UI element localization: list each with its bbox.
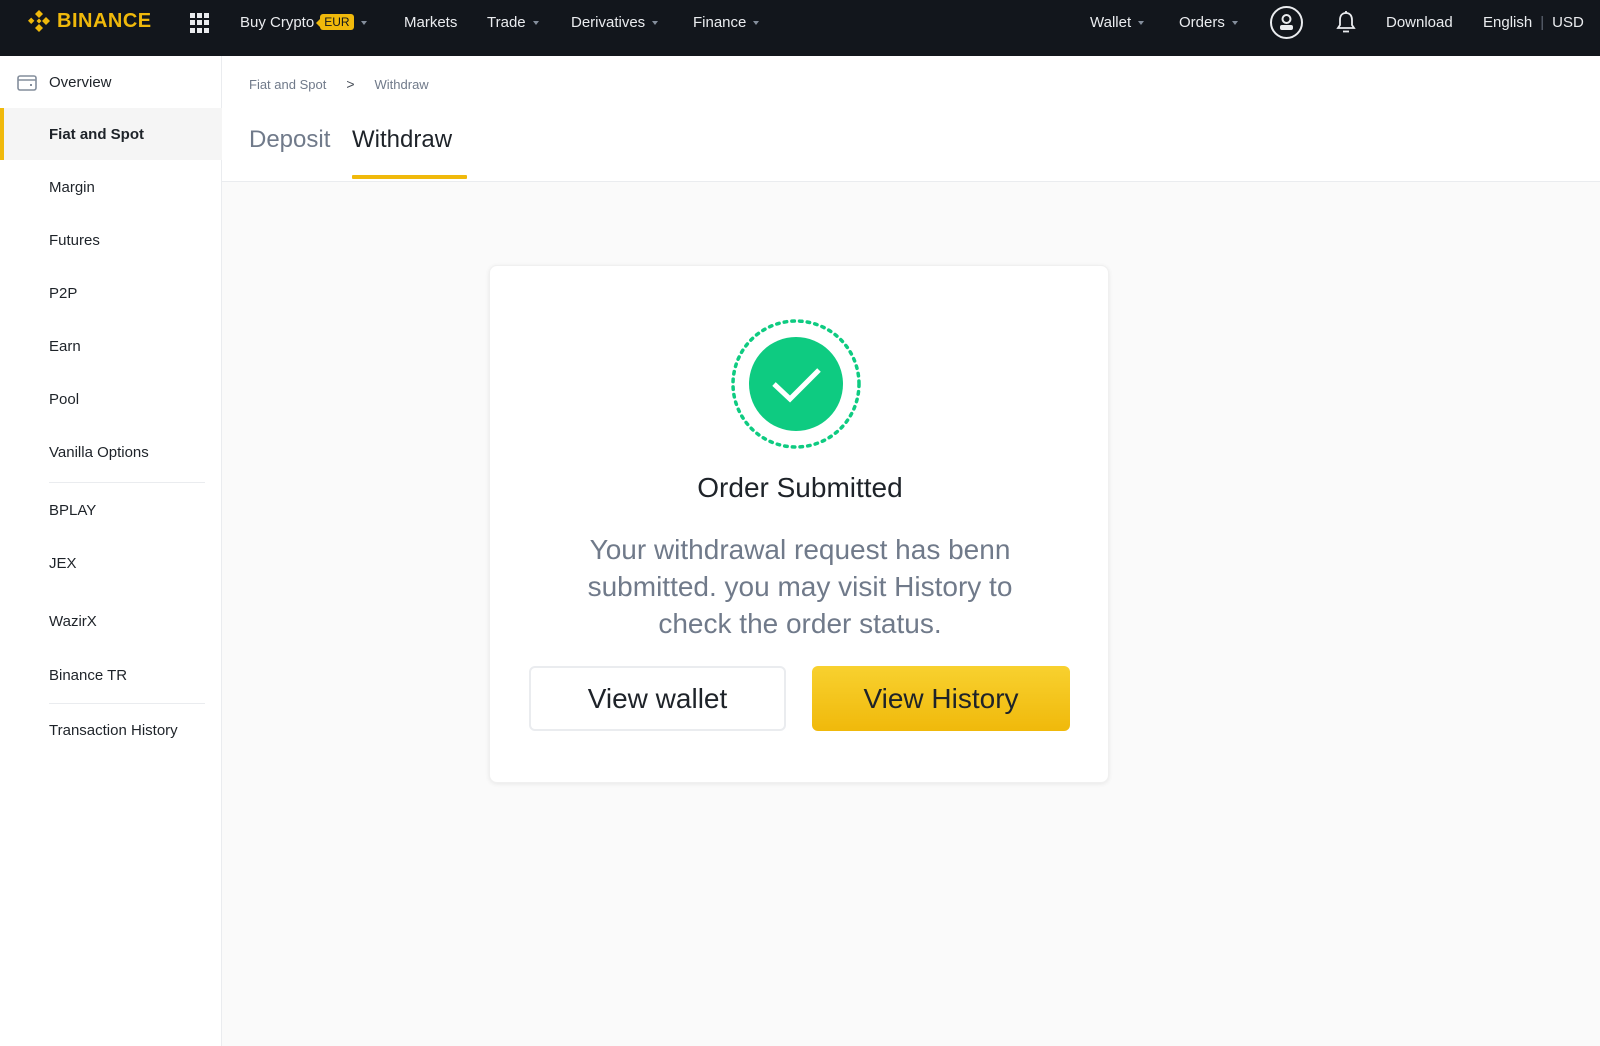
sidebar-item-label: Fiat and Spot [49,125,144,143]
chevron-right-icon: > [346,76,355,92]
currency-badge: EUR [316,14,354,30]
sidebar-item-bplay[interactable]: BPLAY [0,484,222,536]
user-account-icon[interactable] [1270,6,1303,39]
download-link[interactable]: Download [1386,0,1453,44]
breadcrumb-parent[interactable]: Fiat and Spot [249,77,326,92]
sidebar-item-label: WazirX [49,612,97,630]
separator: | [1540,13,1545,31]
chevron-down-icon [360,21,367,25]
nav-derivatives-label: Derivatives [571,13,646,31]
binance-logo[interactable]: BINANCE [26,8,152,34]
sidebar-item-label: Transaction History [49,721,178,739]
sidebar-item-wazirx[interactable]: WazirX [0,595,222,647]
sidebar-item-vanilla-options[interactable]: Vanilla Options [0,426,222,478]
active-tab-indicator [352,175,467,179]
sidebar-item-label: Vanilla Options [49,443,149,461]
sidebar-item-label: Overview [49,73,112,91]
sidebar-item-label: JEX [49,554,77,572]
sidebar-item-p2p[interactable]: P2P [0,267,222,319]
tab-deposit[interactable]: Deposit [249,126,330,154]
view-history-button[interactable]: View History [812,666,1070,731]
sidebar-item-label: BPLAY [49,501,97,519]
nav-derivatives[interactable]: Derivatives [571,0,659,44]
sidebar-item-futures[interactable]: Futures [0,214,222,266]
check-circle-icon [731,319,861,449]
top-navigation-bar: BINANCE Buy Crypto EUR Markets Trade Der… [0,0,1600,56]
sidebar-divider [49,482,205,483]
sidebar: Overview Fiat and Spot Margin Futures P2… [0,56,222,1046]
logo-text: BINANCE [57,9,152,32]
chevron-down-icon [532,21,539,25]
nav-buy-crypto-label: Buy Crypto [240,13,315,31]
dialog-title: Order Submitted [697,472,903,503]
nav-markets-label: Markets [404,13,458,31]
tab-withdraw[interactable]: Withdraw [352,126,452,154]
sidebar-item-fiat-and-spot[interactable]: Fiat and Spot [0,108,222,160]
chevron-down-icon [1138,21,1145,25]
sidebar-item-margin[interactable]: Margin [0,161,222,213]
page-header: Fiat and Spot > Withdraw Deposit Withdra… [222,56,1600,182]
nav-markets[interactable]: Markets [404,0,457,44]
nav-wallet[interactable]: Wallet [1090,0,1145,44]
nav-finance-label: Finance [693,13,747,31]
sidebar-item-label: Binance TR [49,666,128,684]
sidebar-item-label: Earn [49,337,81,355]
chevron-down-icon [652,21,659,25]
order-submitted-dialog: Order Submitted Your withdrawal request … [489,265,1109,783]
download-label: Download [1386,13,1453,31]
sidebar-item-jex[interactable]: JEX [0,537,222,589]
sidebar-item-label: Futures [49,231,100,249]
breadcrumb-current: Withdraw [374,76,429,92]
notification-bell-icon[interactable] [1336,10,1356,38]
nav-trade[interactable]: Trade [487,0,539,44]
apps-grid-icon[interactable] [190,13,210,33]
binance-logo-icon [28,10,50,32]
dialog-message: Your withdrawal request has benn submitt… [587,534,1013,639]
currency-label: USD [1552,13,1584,31]
nav-wallet-label: Wallet [1090,13,1132,31]
sidebar-item-overview[interactable]: Overview [0,56,222,108]
language-currency-selector[interactable]: English | USD [1483,0,1584,44]
nav-buy-crypto[interactable]: Buy Crypto EUR [240,0,367,44]
wallet-icon [17,75,37,91]
nav-orders[interactable]: Orders [1179,0,1238,44]
sidebar-item-binance-tr[interactable]: Binance TR [0,649,222,701]
view-wallet-button[interactable]: View wallet [529,666,786,731]
sidebar-item-label: P2P [49,284,78,302]
nav-trade-label: Trade [487,13,526,31]
sidebar-item-earn[interactable]: Earn [0,320,222,372]
sidebar-item-pool[interactable]: Pool [0,373,222,425]
chevron-down-icon [1231,21,1238,25]
sidebar-item-label: Margin [49,178,95,196]
language-label: English [1483,13,1533,31]
nav-orders-label: Orders [1179,13,1225,31]
sidebar-item-transaction-history[interactable]: Transaction History [0,704,222,756]
chevron-down-icon [753,21,760,25]
nav-finance[interactable]: Finance [693,0,760,44]
sidebar-item-label: Pool [49,390,80,408]
breadcrumb: Fiat and Spot > Withdraw [249,76,429,92]
